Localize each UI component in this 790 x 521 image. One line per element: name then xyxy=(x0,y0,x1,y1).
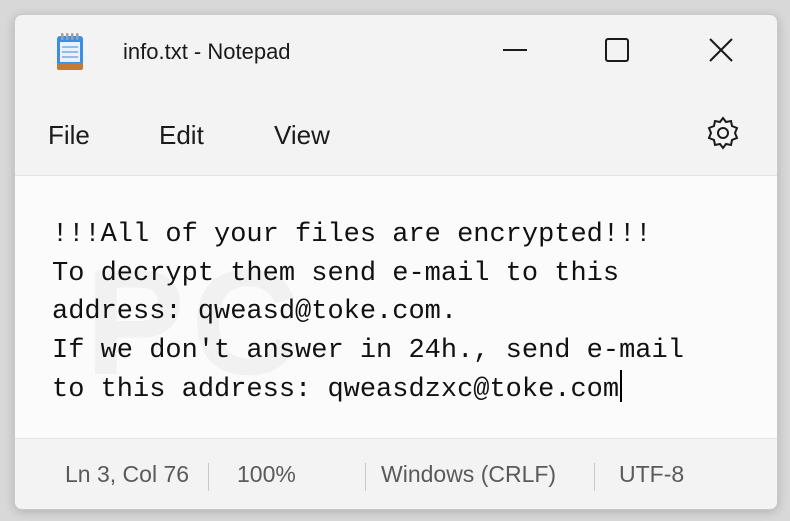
status-encoding[interactable]: UTF-8 xyxy=(619,459,684,489)
editor-line: to this address: qweasdzxc@toke.com xyxy=(52,375,620,405)
close-button[interactable] xyxy=(691,25,751,75)
minimize-icon xyxy=(503,49,527,51)
editor-line: To decrypt them send e-mail to this xyxy=(52,258,620,289)
notepad-window: info.txt - Notepad File Edit View !!!All… xyxy=(14,14,778,510)
gear-icon xyxy=(707,116,739,150)
title-bar[interactable]: info.txt - Notepad xyxy=(15,15,777,87)
window-title: info.txt - Notepad xyxy=(123,39,291,64)
text-caret xyxy=(620,370,623,402)
status-zoom[interactable]: 100% xyxy=(237,459,296,489)
settings-button[interactable] xyxy=(703,113,743,153)
minimize-button[interactable] xyxy=(485,25,545,75)
status-cursor-position: Ln 3, Col 76 xyxy=(65,461,190,487)
notepad-icon xyxy=(57,33,83,70)
status-divider xyxy=(208,463,209,491)
status-divider xyxy=(594,463,595,491)
text-editor[interactable]: PC !!!All of your files are encrypted!!!… xyxy=(15,175,777,439)
editor-line-last: to this address: qweasdzxc@toke.com xyxy=(52,370,772,410)
close-icon xyxy=(709,38,733,62)
editor-line: address: qweasd@toke.com. xyxy=(52,297,458,327)
menu-file[interactable]: File xyxy=(48,119,90,151)
menu-edit[interactable]: Edit xyxy=(159,119,204,151)
status-line-ending[interactable]: Windows (CRLF) xyxy=(381,459,556,489)
maximize-icon xyxy=(605,38,629,62)
editor-text[interactable]: !!!All of your files are encrypted!!! To … xyxy=(52,216,772,410)
editor-line: If we don't answer in 24h., send e-mail xyxy=(52,335,684,366)
status-bar: Ln 3, Col 76 100% Windows (CRLF) UTF-8 xyxy=(15,439,777,509)
menu-view[interactable]: View xyxy=(274,119,330,151)
editor-line: !!!All of your files are encrypted!!! xyxy=(52,220,652,250)
status-divider xyxy=(365,463,366,491)
menu-bar: File Edit View xyxy=(15,113,777,157)
maximize-button[interactable] xyxy=(587,25,647,75)
